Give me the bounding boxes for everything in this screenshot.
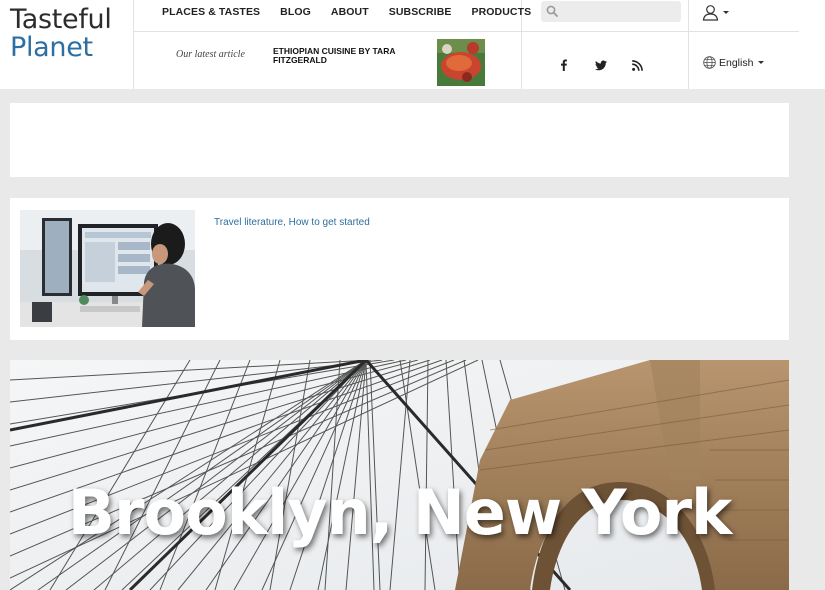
facebook-link[interactable] — [559, 58, 568, 76]
twitter-icon — [595, 60, 607, 71]
divider — [133, 31, 799, 32]
divider — [688, 0, 689, 89]
chevron-down-icon — [758, 61, 765, 64]
hero-image — [10, 360, 789, 590]
article-card: Travel literature, How to get started — [10, 198, 789, 340]
logo-line-2: Planet — [10, 32, 93, 63]
twitter-link[interactable] — [595, 58, 607, 76]
logo-line-1: Tasteful — [10, 4, 112, 35]
rss-icon — [632, 60, 643, 71]
article-thumbnail[interactable] — [20, 210, 195, 327]
facebook-icon — [561, 59, 567, 71]
site-header: Tasteful Planet PLACES & TASTES BLOG ABO… — [0, 0, 825, 89]
globe-icon — [703, 56, 716, 69]
language-label: English — [719, 56, 754, 69]
hero-title: Brooklyn, New York — [67, 476, 733, 549]
user-icon — [702, 5, 719, 21]
nav-item-subscribe[interactable]: SUBSCRIBE — [389, 6, 452, 18]
rss-link[interactable] — [632, 58, 643, 76]
nav-item-blog[interactable]: BLOG — [280, 6, 311, 18]
search-box — [541, 1, 681, 22]
nav-item-about[interactable]: ABOUT — [331, 6, 369, 18]
search-icon — [546, 5, 558, 17]
search-input[interactable] — [561, 1, 679, 22]
article-link[interactable]: Travel literature, How to get started — [214, 217, 370, 228]
chevron-down-icon — [723, 11, 730, 15]
latest-article-label: Our latest article — [176, 49, 245, 60]
main-nav: PLACES & TASTES BLOG ABOUT SUBSCRIBE PRO… — [162, 6, 551, 18]
user-menu[interactable] — [702, 4, 730, 22]
nav-item-products[interactable]: PRODUCTS — [471, 6, 531, 18]
nav-item-places-tastes[interactable]: PLACES & TASTES — [162, 6, 260, 18]
divider — [133, 0, 134, 89]
ad-banner — [10, 103, 789, 177]
latest-article-thumbnail[interactable] — [437, 39, 485, 86]
site-logo[interactable]: Tasteful Planet — [10, 6, 112, 62]
latest-article-link[interactable]: ETHIOPIAN CUISINE by TARA FITZGERALD — [273, 47, 423, 65]
language-selector[interactable]: English — [703, 56, 765, 69]
hero-banner[interactable]: Brooklyn, New York — [10, 360, 789, 590]
